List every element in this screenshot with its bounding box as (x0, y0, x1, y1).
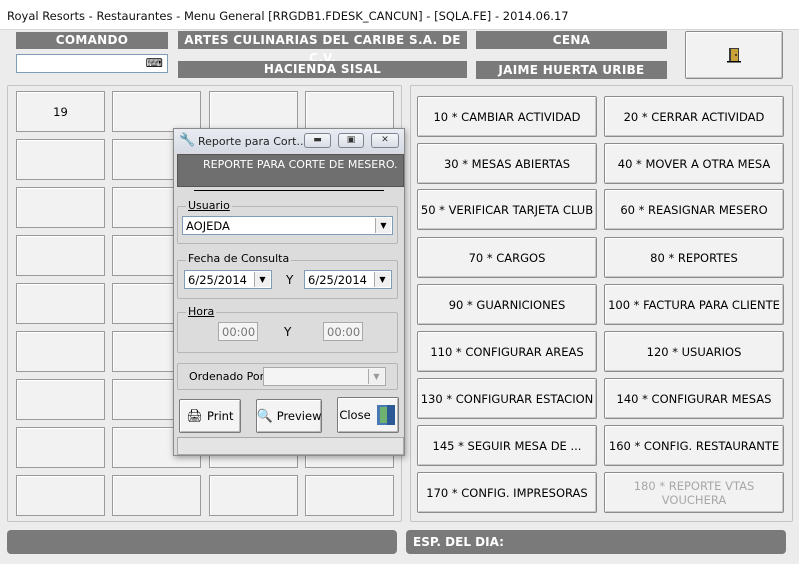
restaurant-name: HACIENDA SISAL (178, 61, 467, 78)
menu-button[interactable]: 40 * MOVER A OTRA MESA (604, 143, 784, 184)
table-button[interactable] (16, 475, 105, 516)
close-label: Close (339, 408, 371, 422)
specials-label: ESP. DEL DIA: (413, 535, 504, 549)
date-separator: Y (286, 273, 294, 287)
user-value: AOJEDA (186, 218, 230, 233)
table-button[interactable] (305, 475, 394, 516)
chevron-down-icon[interactable]: ▼ (374, 272, 390, 287)
user-select[interactable]: AOJEDA ▼ (182, 216, 393, 235)
table-button[interactable] (16, 379, 105, 420)
time-label: Hora (186, 305, 217, 318)
printer-icon: 🖨 (186, 408, 204, 424)
time-separator: Y (284, 325, 292, 339)
time-to-input[interactable]: 00:00 (323, 322, 363, 341)
menu-button[interactable]: 170 * CONFIG. IMPRESORAS (417, 472, 597, 513)
dialog-status-bar (177, 437, 404, 455)
command-label: COMANDO (16, 32, 168, 49)
table-button[interactable] (209, 475, 298, 516)
menu-button[interactable]: 100 * FACTURA PARA CLIENTE (604, 284, 784, 325)
menu-button[interactable]: 70 * CARGOS (417, 237, 597, 278)
table-button[interactable] (305, 91, 394, 132)
report-dialog: 🔧 Reporte para Cort... ▬ ▣ ✕ REPORTE PAR… (173, 128, 405, 456)
chevron-down-icon[interactable]: ▼ (254, 272, 270, 287)
user-name: JAIME HUERTA URIBE (476, 61, 667, 79)
table-button[interactable] (16, 187, 105, 228)
order-label: Ordenado Por (189, 370, 265, 383)
print-label: Print (207, 409, 234, 423)
menu-button[interactable]: 90 * GUARNICIONES (417, 284, 597, 325)
preview-button[interactable]: 🔍 Preview (256, 399, 322, 433)
company-name: ARTES CULINARIAS DEL CARIBE S.A. DE C.V. (178, 31, 467, 65)
dialog-titlebar[interactable]: 🔧 Reporte para Cort... ▬ ▣ ✕ (174, 129, 404, 153)
print-button[interactable]: 🖨 Print (179, 399, 241, 433)
menu-button[interactable]: 160 * CONFIG. RESTAURANTE (604, 425, 784, 466)
window-title: Royal Resorts - Restaurantes - Menu Gene… (0, 0, 799, 30)
menu-button[interactable]: 120 * USUARIOS (604, 331, 784, 372)
menu-button[interactable]: 80 * REPORTES (604, 237, 784, 278)
magnifier-icon: 🔍 (256, 408, 273, 424)
table-button[interactable] (16, 331, 105, 372)
maximize-button[interactable]: ▣ (338, 133, 364, 148)
table-button[interactable] (112, 475, 201, 516)
dialog-heading: REPORTE PARA CORTE DE MESERO. (177, 154, 404, 187)
menu-button[interactable]: 10 * CAMBIAR ACTIVIDAD (417, 96, 597, 137)
menu-button[interactable]: 20 * CERRAR ACTIVIDAD (604, 96, 784, 137)
status-bar-left (7, 530, 397, 554)
meal-period: CENA (476, 31, 667, 49)
exit-door-icon (376, 405, 395, 425)
exit-door-icon (727, 48, 741, 63)
chevron-down-icon[interactable]: ▼ (368, 369, 384, 384)
close-button[interactable]: Close (337, 397, 399, 433)
date-to-value: 6/25/2014 (308, 272, 367, 287)
specials-bar: ESP. DEL DIA: (406, 530, 786, 554)
command-input[interactable]: ⌨ (16, 54, 168, 73)
chevron-down-icon[interactable]: ▼ (375, 218, 391, 233)
date-from-value: 6/25/2014 (188, 272, 247, 287)
wrench-icon: 🔧 (179, 133, 196, 148)
minimize-button[interactable]: ▬ (304, 133, 331, 148)
table-button[interactable] (16, 283, 105, 324)
time-from-input[interactable]: 00:00 (218, 322, 258, 341)
table-button[interactable] (112, 91, 201, 132)
menu-button[interactable]: 50 * VERIFICAR TARJETA CLUB (417, 189, 597, 230)
order-select[interactable]: ▼ (263, 367, 386, 386)
time-from-value: 00:00 (222, 324, 256, 339)
user-label: Usuario (186, 199, 232, 212)
date-from-picker[interactable]: 6/25/2014 ▼ (184, 270, 272, 289)
table-button[interactable] (16, 139, 105, 180)
table-button[interactable] (16, 235, 105, 276)
menu-button[interactable]: 110 * CONFIGURAR AREAS (417, 331, 597, 372)
table-button[interactable] (16, 427, 105, 468)
menu-button[interactable]: 145 * SEGUIR MESA DE ... (417, 425, 597, 466)
close-window-button[interactable]: ✕ (371, 133, 399, 148)
date-label: Fecha de Consulta (186, 252, 292, 265)
preview-label: Preview (276, 409, 322, 423)
exit-button[interactable] (685, 31, 783, 79)
table-button[interactable]: 19 (16, 91, 105, 132)
keyboard-icon[interactable]: ⌨ (146, 56, 163, 70)
heading-divider (194, 190, 384, 191)
menu-button[interactable]: 30 * MESAS ABIERTAS (417, 143, 597, 184)
date-to-picker[interactable]: 6/25/2014 ▼ (304, 270, 392, 289)
menu-button[interactable]: 60 * REASIGNAR MESERO (604, 189, 784, 230)
menu-button[interactable]: 130 * CONFIGURAR ESTACION (417, 378, 597, 419)
table-button[interactable] (209, 91, 298, 132)
dialog-title: Reporte para Cort... (198, 135, 307, 148)
menu-button[interactable]: 140 * CONFIGURAR MESAS (604, 378, 784, 419)
menu-button: 180 * REPORTE VTAS VOUCHERA (604, 472, 784, 513)
time-to-value: 00:00 (327, 324, 361, 339)
